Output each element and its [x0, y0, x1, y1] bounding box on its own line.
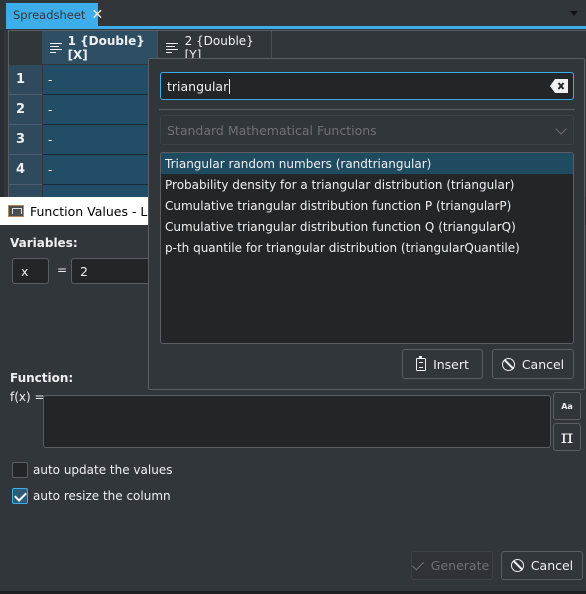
table-cell[interactable]: - [43, 65, 149, 95]
chevron-down-icon [555, 123, 567, 135]
pi-icon: π [560, 426, 574, 448]
app-icon [8, 205, 24, 217]
list-item[interactable]: Cumulative triangular distribution funct… [161, 216, 573, 237]
font-button[interactable]: Aa [553, 392, 581, 420]
row-header[interactable]: 4 [9, 155, 42, 185]
clear-icon[interactable] [550, 79, 568, 93]
fx-label: f(x) = [10, 390, 45, 404]
tab-accent-line [6, 26, 586, 29]
generate-label: Generate [430, 558, 490, 573]
generate-button[interactable]: Generate [411, 551, 493, 580]
dialog-cancel-button[interactable]: Cancel [501, 551, 583, 580]
close-icon[interactable]: ✕ [91, 8, 103, 22]
insert-button[interactable]: Insert [402, 349, 483, 379]
tab-bar: Spreadsheet ✕ [0, 0, 586, 27]
table-corner[interactable] [9, 31, 42, 64]
text-caret [229, 78, 231, 94]
dialog-cancel-label: Cancel [530, 558, 574, 573]
category-select[interactable]: Standard Mathematical Functions [160, 115, 574, 145]
side-panel-edge [0, 30, 4, 200]
table-cell[interactable]: - [43, 155, 149, 185]
list-item[interactable]: p-th quantile for triangular distributio… [161, 237, 573, 258]
clipboard-icon [416, 355, 427, 371]
popup-cancel-button[interactable]: Cancel [492, 349, 574, 379]
row-header[interactable]: 2 [9, 95, 42, 125]
function-chooser-popup: triangular Standard Mathematical Functio… [148, 58, 585, 390]
column-type-icon [50, 42, 62, 53]
list-item[interactable]: Triangular random numbers (randtriangula… [161, 153, 573, 174]
constants-button[interactable]: π [553, 423, 581, 451]
table-cell[interactable]: - [43, 125, 149, 155]
row-header[interactable]: 3 [9, 125, 42, 155]
variables-label: Variables: [10, 236, 78, 250]
check-icon [411, 557, 424, 571]
function-list[interactable]: Triangular random numbers (randtriangula… [160, 152, 574, 344]
auto-update-checkbox[interactable] [12, 462, 28, 478]
table-cell[interactable]: - [43, 95, 149, 125]
column-header-label: 1 {Double} [X] [67, 33, 145, 62]
search-text: triangular [167, 78, 229, 94]
equals-label: = [57, 263, 68, 277]
row-header[interactable]: 1 [9, 65, 42, 95]
category-value: Standard Mathematical Functions [167, 122, 377, 138]
function-input[interactable] [43, 395, 551, 448]
insert-label: Insert [433, 356, 469, 372]
function-search-input[interactable]: triangular [160, 72, 574, 100]
list-item[interactable]: Probability density for a triangular dis… [161, 174, 573, 195]
dialog-titlebar[interactable]: Function Values - LabPlot [0, 197, 148, 225]
auto-resize-label[interactable]: auto resize the column [33, 489, 171, 503]
list-item[interactable]: Cumulative triangular distribution funct… [161, 195, 573, 216]
popup-cancel-label: Cancel [521, 356, 565, 372]
auto-resize-checkbox[interactable] [12, 488, 28, 504]
column-header[interactable]: 1 {Double} [X] [42, 31, 158, 64]
auto-update-label[interactable]: auto update the values [33, 463, 172, 477]
cancel-icon [510, 559, 524, 572]
variable-name-field[interactable]: x [12, 258, 49, 284]
tab-spreadsheet[interactable]: Spreadsheet ✕ [6, 3, 103, 27]
function-label: Function: [10, 371, 74, 385]
dialog-title: Function Values - LabPlot [30, 203, 148, 219]
font-icon: Aa [561, 401, 573, 411]
tab-label: Spreadsheet [13, 8, 86, 22]
column-type-icon [166, 42, 178, 53]
cancel-icon [501, 357, 515, 371]
tab-list-arrow-icon[interactable] [570, 11, 578, 16]
separator [159, 109, 575, 110]
